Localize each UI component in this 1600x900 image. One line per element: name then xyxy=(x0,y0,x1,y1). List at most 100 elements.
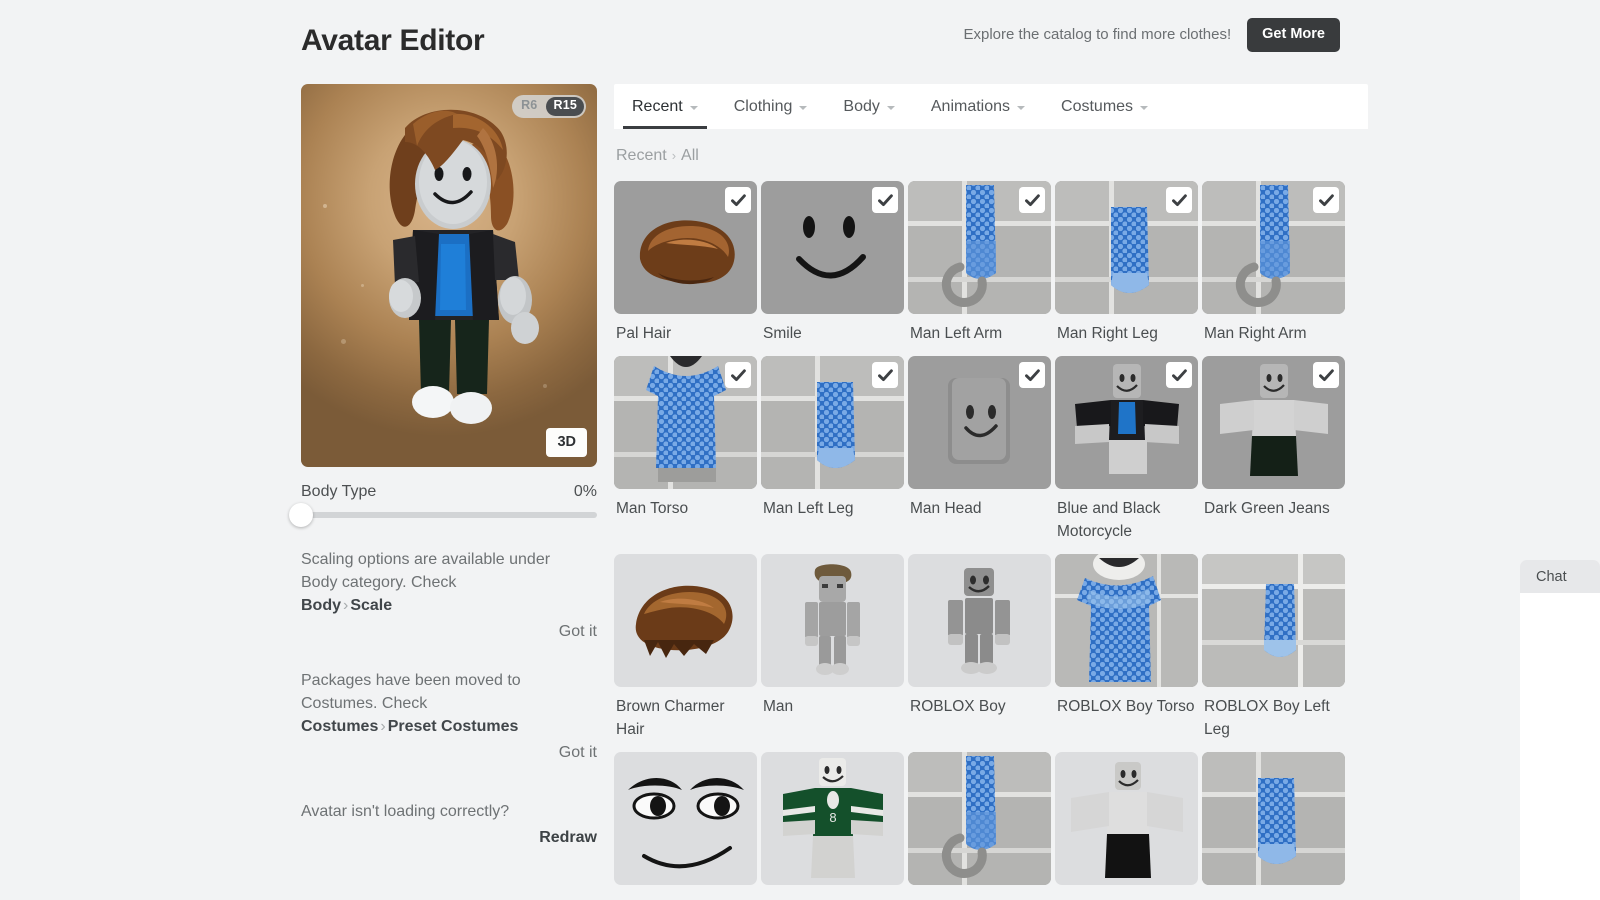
item-label: ROBLOX Boy Left Leg xyxy=(1204,698,1330,738)
item-label: Man Right Leg xyxy=(1057,325,1158,342)
item-equipped-checkmark-icon[interactable] xyxy=(1166,362,1192,388)
item-card[interactable]: Man Right Leg xyxy=(1055,181,1198,345)
item-card[interactable]: Man Left Arm xyxy=(908,181,1051,345)
item-equipped-checkmark-icon[interactable] xyxy=(872,187,898,213)
tab-recent[interactable]: Recent xyxy=(614,84,716,129)
item-card[interactable]: Man Left Leg xyxy=(761,356,904,543)
item-thumbnail[interactable] xyxy=(1055,356,1198,489)
item-thumbnail[interactable] xyxy=(908,356,1051,489)
item-thumbnail[interactable] xyxy=(761,356,904,489)
item-card[interactable]: Dark Green Jeans xyxy=(1202,356,1345,543)
item-equipped-checkmark-icon[interactable] xyxy=(1313,187,1339,213)
item-card[interactable]: Brown Charmer Hair xyxy=(614,554,757,741)
item-thumbnail[interactable] xyxy=(1202,356,1345,489)
breadcrumb-root[interactable]: Recent xyxy=(616,147,667,164)
item-equipped-checkmark-icon[interactable] xyxy=(1019,362,1045,388)
item-card[interactable]: 8 xyxy=(761,752,904,893)
chevron-down-icon xyxy=(799,105,808,110)
item-card[interactable] xyxy=(908,752,1051,893)
tab-body[interactable]: Body xyxy=(825,84,912,129)
notice-packages-path-b[interactable]: Preset Costumes xyxy=(388,718,519,735)
notice-scaling-path-a[interactable]: Body xyxy=(301,597,341,614)
body-type-value: 0% xyxy=(573,483,597,500)
svg-text:8: 8 xyxy=(829,810,836,825)
left-panel: R6 R15 3D Body Type 0% Scaling options a… xyxy=(289,84,597,847)
item-thumbnail[interactable] xyxy=(614,554,757,687)
avatar-preview[interactable]: R6 R15 3D xyxy=(301,84,597,467)
item-thumbnail[interactable] xyxy=(1055,554,1198,687)
redraw-button[interactable]: Redraw xyxy=(301,829,597,847)
item-equipped-checkmark-icon[interactable] xyxy=(1313,362,1339,388)
item-label: Man Right Arm xyxy=(1204,325,1307,342)
item-thumbnail[interactable] xyxy=(1202,181,1345,314)
item-thumbnail[interactable] xyxy=(761,181,904,314)
notice-packages-got-it[interactable]: Got it xyxy=(301,744,597,762)
tab-animations[interactable]: Animations xyxy=(913,84,1043,129)
notice-packages-path-a[interactable]: Costumes xyxy=(301,718,378,735)
chevron-right-icon: › xyxy=(343,597,349,614)
rig-option-r15[interactable]: R15 xyxy=(546,97,584,116)
item-card[interactable]: ROBLOX Boy Left Leg xyxy=(1202,554,1345,741)
tab-clothing[interactable]: Clothing xyxy=(716,84,826,129)
item-thumbnail[interactable] xyxy=(908,554,1051,687)
item-thumbnail[interactable] xyxy=(908,181,1051,314)
chevron-right-icon: › xyxy=(671,148,677,163)
item-label: ROBLOX Boy xyxy=(910,698,1006,715)
notice-scaling-lead: Scaling options are available under Body… xyxy=(301,551,551,591)
item-thumbnail-art xyxy=(1055,752,1198,885)
item-thumbnail[interactable] xyxy=(614,752,757,885)
item-thumbnail[interactable] xyxy=(1202,752,1345,885)
item-thumbnail[interactable] xyxy=(614,356,757,489)
item-card[interactable] xyxy=(1202,752,1345,893)
get-more-button[interactable]: Get More xyxy=(1247,18,1340,52)
redraw-block: Avatar isn't loading correctly? Redraw xyxy=(301,800,597,847)
item-thumbnail-art xyxy=(614,752,757,885)
page-title: Avatar Editor xyxy=(301,24,485,57)
item-thumbnail[interactable] xyxy=(614,181,757,314)
item-card[interactable]: Man Right Arm xyxy=(1202,181,1345,345)
item-card[interactable]: Smile xyxy=(761,181,904,345)
catalog-promo-text: Explore the catalog to find more clothes… xyxy=(963,26,1232,44)
item-thumbnail[interactable] xyxy=(1055,181,1198,314)
item-card[interactable] xyxy=(1055,752,1198,893)
item-thumbnail-art xyxy=(614,554,757,687)
item-label: Blue and Black Motorcycle xyxy=(1057,500,1161,540)
body-type-slider-track[interactable] xyxy=(289,503,597,527)
item-label: ROBLOX Boy Torso xyxy=(1057,698,1195,715)
item-card[interactable]: Blue and Black Motorcycle xyxy=(1055,356,1198,543)
item-equipped-checkmark-icon[interactable] xyxy=(725,187,751,213)
notice-scaling-text: Scaling options are available under Body… xyxy=(301,548,551,617)
avatar-figure xyxy=(389,109,539,424)
breadcrumb-leaf[interactable]: All xyxy=(681,147,699,164)
item-card[interactable]: ROBLOX Boy xyxy=(908,554,1051,741)
item-thumbnail[interactable] xyxy=(761,554,904,687)
item-equipped-checkmark-icon[interactable] xyxy=(1166,187,1192,213)
item-card[interactable]: ROBLOX Boy Torso xyxy=(1055,554,1198,741)
item-card[interactable]: Pal Hair xyxy=(614,181,757,345)
item-thumbnail[interactable] xyxy=(908,752,1051,885)
notice-scaling-path-b[interactable]: Scale xyxy=(350,597,392,614)
rig-option-r6[interactable]: R6 xyxy=(514,97,544,116)
item-thumbnail[interactable]: 8 xyxy=(761,752,904,885)
item-card[interactable] xyxy=(614,752,757,893)
item-label: Man xyxy=(763,698,794,715)
item-equipped-checkmark-icon[interactable] xyxy=(872,362,898,388)
tab-label: Recent xyxy=(632,97,683,115)
chevron-down-icon xyxy=(1017,105,1026,110)
notice-packages-lead: Packages have been moved to Costumes. Ch… xyxy=(301,672,521,712)
item-card[interactable]: Man xyxy=(761,554,904,741)
item-thumbnail[interactable] xyxy=(1202,554,1345,687)
rig-type-toggle[interactable]: R6 R15 xyxy=(512,95,586,118)
chat-header[interactable]: Chat xyxy=(1520,560,1600,593)
item-equipped-checkmark-icon[interactable] xyxy=(1019,187,1045,213)
item-card[interactable]: Man Head xyxy=(908,356,1051,543)
view-3d-button[interactable]: 3D xyxy=(546,427,587,457)
notice-scaling-got-it[interactable]: Got it xyxy=(301,623,597,641)
tab-label: Body xyxy=(843,97,880,115)
item-equipped-checkmark-icon[interactable] xyxy=(725,362,751,388)
item-card[interactable]: Man Torso xyxy=(614,356,757,543)
body-type-slider-thumb[interactable] xyxy=(289,503,313,527)
notice-packages: Packages have been moved to Costumes. Ch… xyxy=(301,669,597,762)
tab-costumes[interactable]: Costumes xyxy=(1043,84,1166,129)
item-thumbnail[interactable] xyxy=(1055,752,1198,885)
